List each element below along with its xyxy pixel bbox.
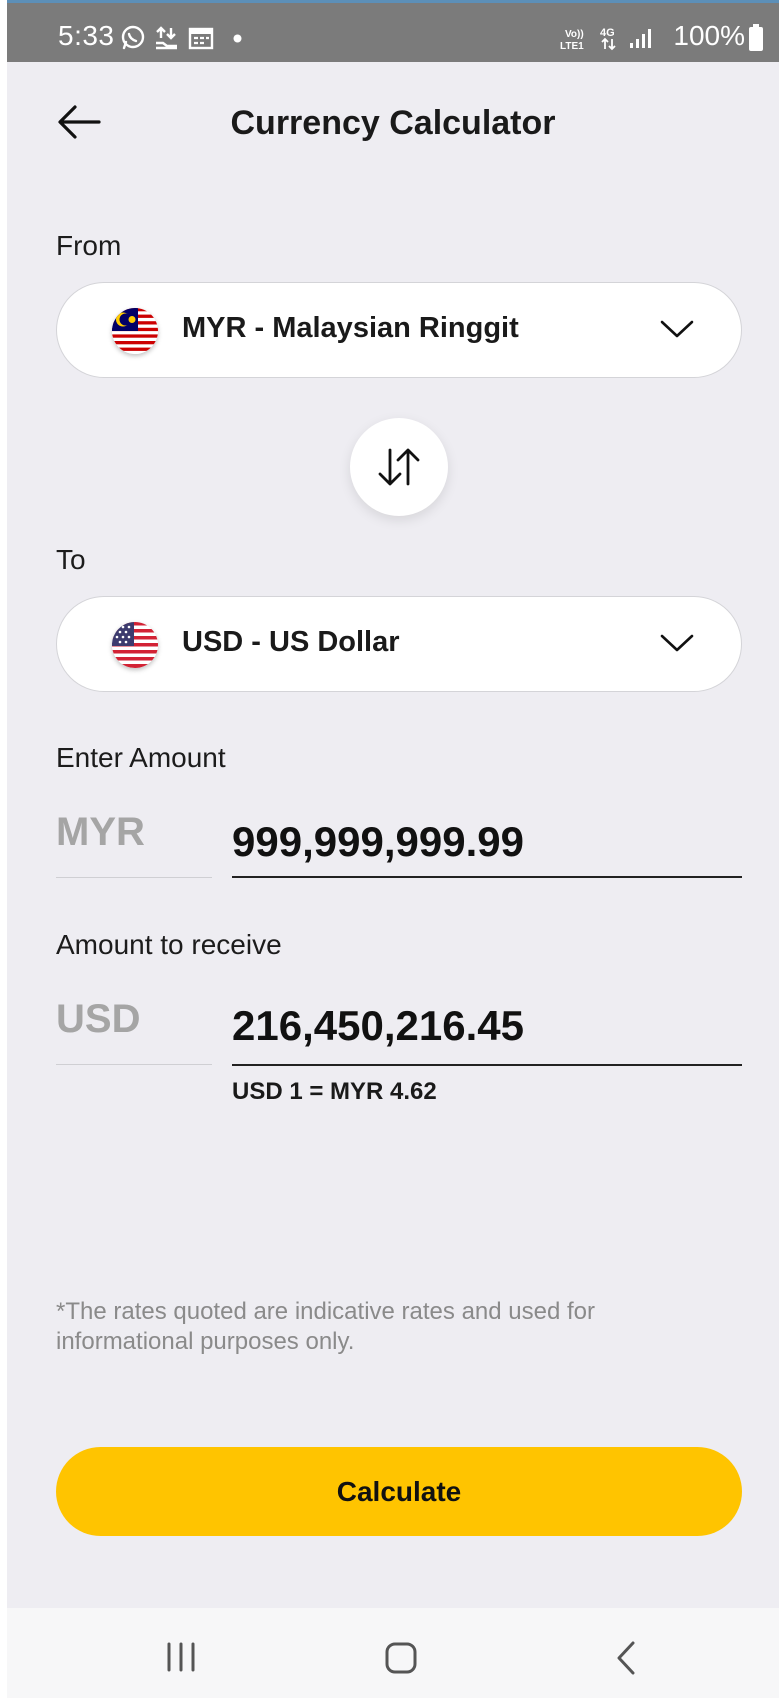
to-currency-select[interactable]: USD - US Dollar	[56, 596, 742, 692]
calendar-icon	[188, 27, 214, 50]
chevron-down-icon	[660, 634, 694, 652]
4g-icon: 4G	[600, 27, 616, 51]
receive-label: Amount to receive	[56, 929, 282, 960]
amount-input[interactable]	[232, 808, 742, 878]
enter-amount-label: Enter Amount	[56, 742, 226, 773]
home-icon[interactable]	[384, 1641, 418, 1675]
swap-vertical-icon	[378, 448, 420, 486]
to-label: To	[56, 544, 86, 575]
enter-amount-currency-code: MYR	[56, 810, 145, 854]
chevron-down-icon	[660, 320, 694, 338]
exchange-rate-text: USD 1 = MYR 4.62	[232, 1078, 437, 1105]
transfer-icon	[156, 26, 177, 50]
swap-currencies-button[interactable]	[350, 418, 448, 516]
recent-apps-icon[interactable]	[164, 1642, 198, 1672]
page-title: Currency Calculator	[230, 104, 556, 142]
disclaimer-text: *The rates quoted are indicative rates a…	[56, 1298, 595, 1355]
us-flag-icon	[112, 622, 158, 668]
svg-text:Vo)): Vo))	[565, 29, 584, 40]
receive-currency-code: USD	[56, 997, 141, 1041]
status-time: 5:33	[58, 20, 115, 51]
battery-percentage: 100%	[673, 20, 745, 51]
volte-icon: Vo)) LTE1	[560, 29, 584, 51]
dot-icon	[233, 34, 242, 43]
malaysia-flag-icon	[112, 308, 158, 354]
prefix-underline	[56, 1064, 212, 1065]
svg-text:4G: 4G	[600, 27, 615, 39]
calculate-button[interactable]: Calculate	[56, 1447, 742, 1536]
whatsapp-icon	[121, 25, 145, 50]
battery-icon	[749, 24, 763, 51]
from-currency-text: MYR - Malaysian Ringgit	[182, 312, 519, 344]
status-bar: 5:33 Vo)) LTE1 4G 100%	[7, 0, 779, 62]
app-screen: 5:33 Vo)) LTE1 4G 100% Currency Calculat…	[7, 0, 779, 1698]
back-nav-icon[interactable]	[613, 1640, 639, 1676]
signal-icon	[630, 29, 651, 48]
svg-text:LTE1: LTE1	[560, 41, 584, 51]
from-currency-select[interactable]: MYR - Malaysian Ringgit	[56, 282, 742, 378]
prefix-underline	[56, 877, 212, 878]
receive-amount-value: 216,450,216.45	[232, 996, 742, 1066]
to-currency-text: USD - US Dollar	[182, 626, 400, 658]
from-label: From	[56, 230, 122, 261]
system-nav-bar	[7, 1608, 779, 1698]
